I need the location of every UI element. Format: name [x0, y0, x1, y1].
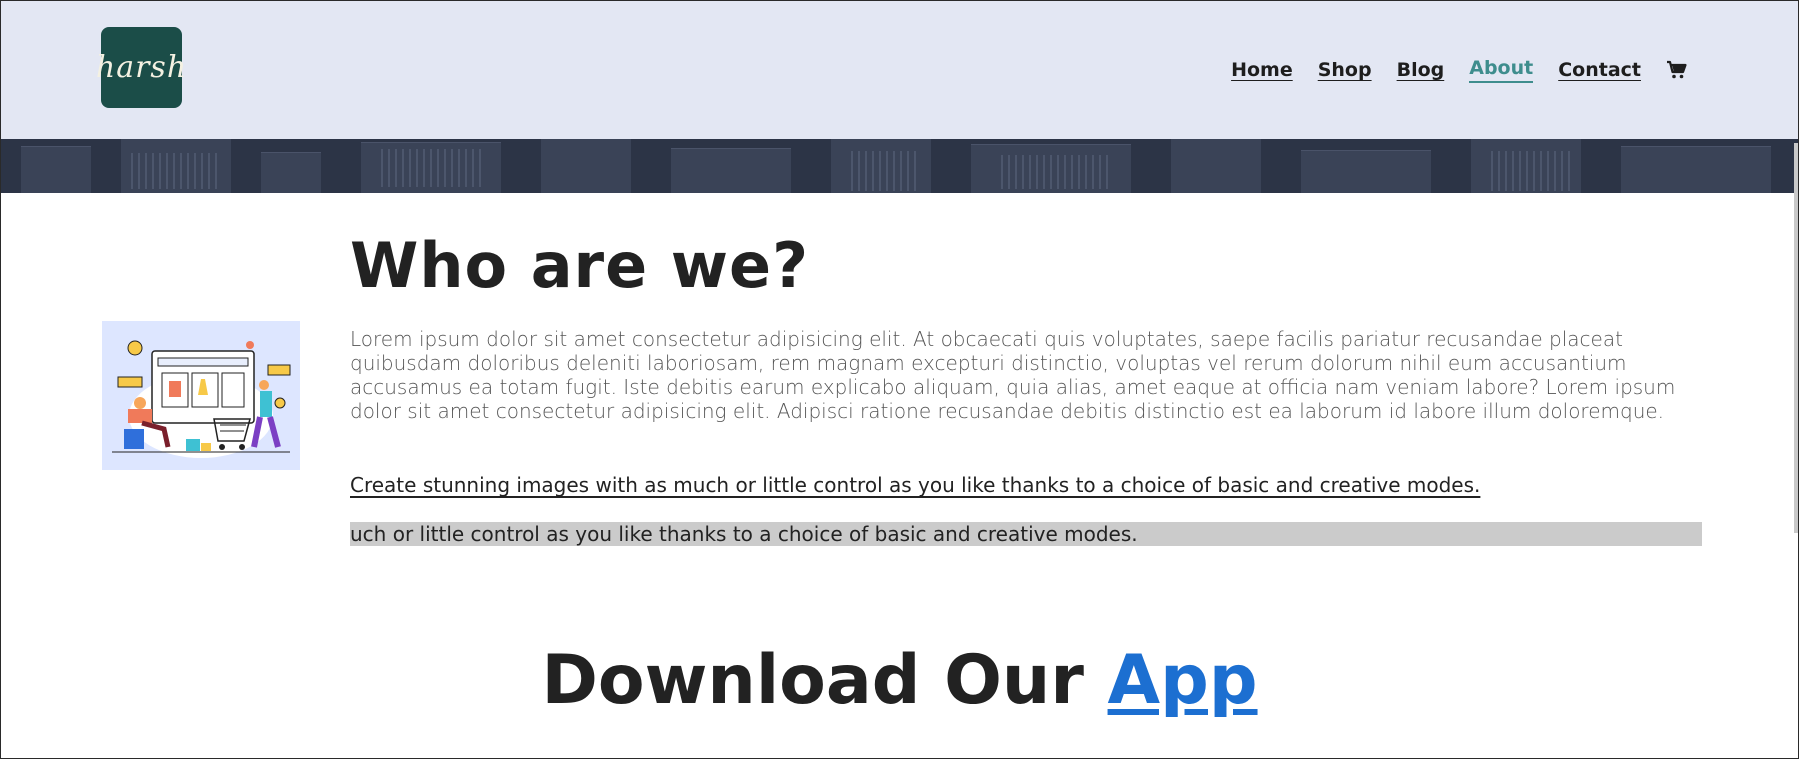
window-pattern — [131, 153, 221, 189]
download-prefix: Download Our — [541, 641, 1108, 720]
cart-icon[interactable] — [1666, 60, 1688, 80]
building-shape — [261, 152, 321, 193]
nav-about[interactable]: About — [1469, 57, 1534, 83]
nav-contact[interactable]: Contact — [1558, 59, 1641, 81]
about-heading: Who are we? — [350, 229, 810, 302]
modes-link[interactable]: Create stunning images with as much or l… — [350, 473, 1480, 497]
building-shape — [541, 139, 631, 193]
window-pattern — [1001, 155, 1111, 189]
window-pattern — [381, 149, 481, 187]
selected-text-line: uch or little control as you like thanks… — [350, 522, 1702, 546]
about-paragraph: Lorem ipsum dolor sit amet consectetur a… — [350, 327, 1676, 423]
city-banner — [1, 139, 1798, 193]
nav-blog[interactable]: Blog — [1397, 59, 1445, 81]
site-header: harsh Home Shop Blog About Contact — [1, 1, 1798, 139]
building-shape — [1301, 150, 1431, 193]
page-frame: harsh Home Shop Blog About Contact Who a… — [0, 0, 1799, 759]
building-shape — [21, 146, 91, 193]
building-shape — [671, 148, 791, 193]
scrollbar[interactable] — [1794, 143, 1798, 533]
building-shape — [1171, 139, 1261, 193]
main-nav: Home Shop Blog About Contact — [1231, 57, 1688, 83]
logo-text: harsh — [95, 50, 188, 85]
app-link[interactable]: App — [1108, 641, 1258, 720]
nav-home[interactable]: Home — [1231, 59, 1293, 81]
selected-text: uch or little control as you like thanks… — [350, 522, 1138, 546]
building-shape — [1621, 146, 1771, 193]
download-heading: Download Our App — [1, 641, 1798, 720]
window-pattern — [851, 151, 921, 191]
site-logo[interactable]: harsh — [96, 27, 186, 108]
nav-shop[interactable]: Shop — [1318, 59, 1372, 81]
window-pattern — [1491, 151, 1571, 191]
shopping-illustration — [102, 321, 300, 470]
